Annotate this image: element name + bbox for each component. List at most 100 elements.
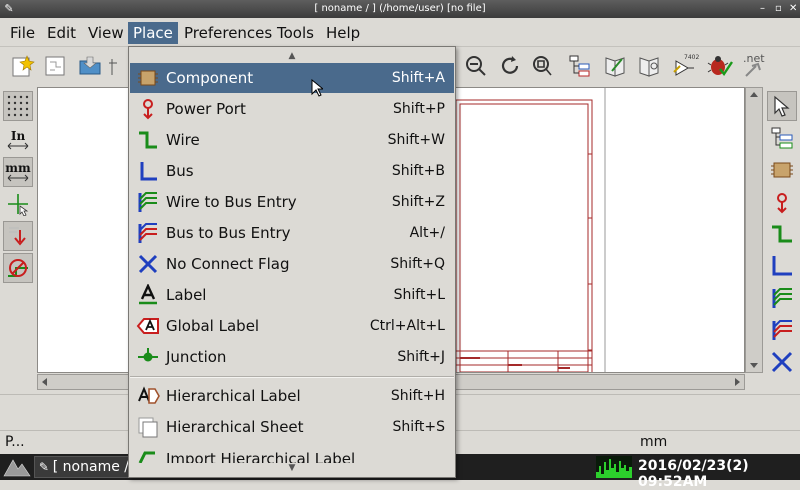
menu-help[interactable]: Help <box>321 22 365 44</box>
clock: 2016/02/23(2) 09:52AM <box>638 458 749 490</box>
place-wire-icon[interactable] <box>767 219 797 249</box>
chip-number-label: 7402 <box>684 54 699 61</box>
place-wire-bus-entry-icon[interactable] <box>767 283 797 313</box>
label-icon <box>130 280 166 310</box>
scroll-up-arrow-icon[interactable]: ▲ <box>129 49 455 63</box>
units-inch-button[interactable]: In <box>3 125 33 155</box>
menu-item-label: No Connect Flag <box>166 255 290 273</box>
import-hierarchical-label-icon <box>130 443 166 463</box>
units-inch-label: In <box>10 129 26 143</box>
hierarchical-sheet-icon <box>130 412 166 442</box>
app-icon: ✎ <box>4 2 14 15</box>
scroll-down-arrow-icon[interactable]: ▼ <box>129 461 455 475</box>
new-schematic-icon[interactable] <box>8 51 36 81</box>
menu-item-label: Wire <box>166 131 200 149</box>
place-power-icon[interactable] <box>767 187 797 217</box>
menu-item-label: Hierarchical Sheet <box>166 418 304 436</box>
wire-to-bus-entry-icon <box>130 187 166 217</box>
window-title: [ noname / ] (/home/user) [no file] <box>314 3 486 14</box>
maximize-button[interactable]: ▫ <box>775 0 782 18</box>
place-bus-bus-entry-icon[interactable] <box>767 315 797 345</box>
menu-item-shortcut: Ctrl+Alt+L <box>369 318 445 334</box>
erc-icon[interactable] <box>706 51 734 81</box>
units-mm-label: mm <box>5 161 31 175</box>
menu-item-wire[interactable]: Wire Shift+W <box>130 125 454 155</box>
menu-item-label: Global Label <box>166 317 260 335</box>
menu-item-power-port[interactable]: Power Port Shift+P <box>130 94 454 124</box>
annotate-icon[interactable]: 7402 <box>672 51 700 81</box>
menu-item-hierarchical-sheet[interactable]: Hierarchical Sheet Shift+S <box>130 412 454 442</box>
right-toolbar <box>764 87 800 390</box>
menu-item-label: Power Port <box>166 100 246 118</box>
menu-item-junction[interactable]: Junction Shift+J <box>130 342 454 372</box>
menu-item-bus-to-bus-entry[interactable]: Bus to Bus Entry Alt+/ <box>130 218 454 248</box>
bus-to-bus-entry-icon <box>130 218 166 248</box>
save-icon[interactable] <box>108 51 120 81</box>
menu-preferences[interactable]: Preferences <box>179 22 277 44</box>
menu-file[interactable]: File <box>5 22 40 44</box>
redraw-icon[interactable] <box>496 51 524 81</box>
hierarchy-tool-icon[interactable] <box>767 123 797 153</box>
menu-item-wire-to-bus-entry[interactable]: Wire to Bus Entry Shift+Z <box>130 187 454 217</box>
cpu-monitor-icon <box>596 456 632 478</box>
menu-item-shortcut: Shift+A <box>391 70 445 86</box>
vertical-scrollbar[interactable] <box>745 87 763 373</box>
menu-item-shortcut: Shift+W <box>387 132 445 148</box>
menu-item-component[interactable]: Component Shift+A <box>130 63 454 93</box>
menu-item-label[interactable]: Label Shift+L <box>130 280 454 310</box>
menu-item-label: Bus to Bus Entry <box>166 224 291 242</box>
component-icon <box>130 63 166 93</box>
global-label-icon <box>130 311 166 341</box>
menu-item-shortcut: Shift+H <box>390 388 445 404</box>
menu-item-bus[interactable]: Bus Shift+B <box>130 156 454 186</box>
minimize-button[interactable]: – <box>760 0 765 18</box>
menu-view[interactable]: View <box>83 22 129 44</box>
no-connect-flag-icon <box>130 249 166 279</box>
close-button[interactable]: ✕ <box>789 0 797 18</box>
bus-icon <box>130 156 166 186</box>
new-project-icon[interactable] <box>42 51 70 81</box>
menu-item-shortcut: Shift+P <box>393 101 445 117</box>
eeschema-app-icon: ✎ <box>38 460 49 474</box>
place-no-connect-icon[interactable] <box>767 347 797 377</box>
place-bus-icon[interactable] <box>767 251 797 281</box>
units-mm-button[interactable]: mm <box>3 157 33 187</box>
menu-item-import-hierarchical-label[interactable]: Import Hierarchical Label <box>130 443 454 463</box>
status-units: mm <box>640 434 668 450</box>
menu-edit[interactable]: Edit <box>42 22 81 44</box>
menu-place[interactable]: Place <box>128 22 178 44</box>
menu-item-global-label[interactable]: Global Label Ctrl+Alt+L <box>130 311 454 341</box>
menu-item-shortcut: Shift+S <box>392 419 445 435</box>
zoom-out-icon[interactable] <box>462 51 490 81</box>
place-component-icon[interactable] <box>767 155 797 185</box>
menubar: File Edit View Place Preferences Tools H… <box>0 18 800 47</box>
menu-item-label: Hierarchical Label <box>166 387 301 405</box>
menu-item-label-text: Label <box>166 286 207 304</box>
menu-item-shortcut: Shift+Q <box>390 256 445 272</box>
taskbar-window-button[interactable]: ✎ [ noname / <box>34 456 130 478</box>
menu-item-shortcut: Shift+J <box>397 349 445 365</box>
menu-item-shortcut: Alt+/ <box>409 225 445 241</box>
menu-item-shortcut: Shift+L <box>393 287 445 303</box>
menu-item-no-connect-flag[interactable]: No Connect Flag Shift+Q <box>130 249 454 279</box>
cursor-shape-icon[interactable] <box>3 189 33 219</box>
menu-tools[interactable]: Tools <box>272 22 319 44</box>
zoom-fit-icon[interactable] <box>528 51 556 81</box>
netlist-label: .net <box>743 52 765 65</box>
hidden-pins-icon[interactable] <box>3 221 33 251</box>
menu-item-shortcut: Shift+B <box>391 163 445 179</box>
netlist-icon[interactable]: .net <box>740 51 768 81</box>
menu-item-hierarchical-label[interactable]: Hierarchical Label Shift+H <box>130 381 454 411</box>
open-icon[interactable] <box>76 51 104 81</box>
menu-separator <box>130 376 454 378</box>
library-browser-icon[interactable] <box>636 51 664 81</box>
wire-orientation-icon[interactable] <box>3 253 33 283</box>
hierarchy-navigator-icon[interactable] <box>566 51 594 81</box>
library-editor-icon[interactable] <box>602 51 630 81</box>
start-menu-icon[interactable] <box>2 456 32 478</box>
menu-item-label: Bus <box>166 162 194 180</box>
grid-toggle-icon[interactable] <box>3 91 33 121</box>
status-text: P... <box>5 434 25 450</box>
menu-item-label: Import Hierarchical Label <box>166 450 356 463</box>
select-tool-icon[interactable] <box>767 91 797 121</box>
